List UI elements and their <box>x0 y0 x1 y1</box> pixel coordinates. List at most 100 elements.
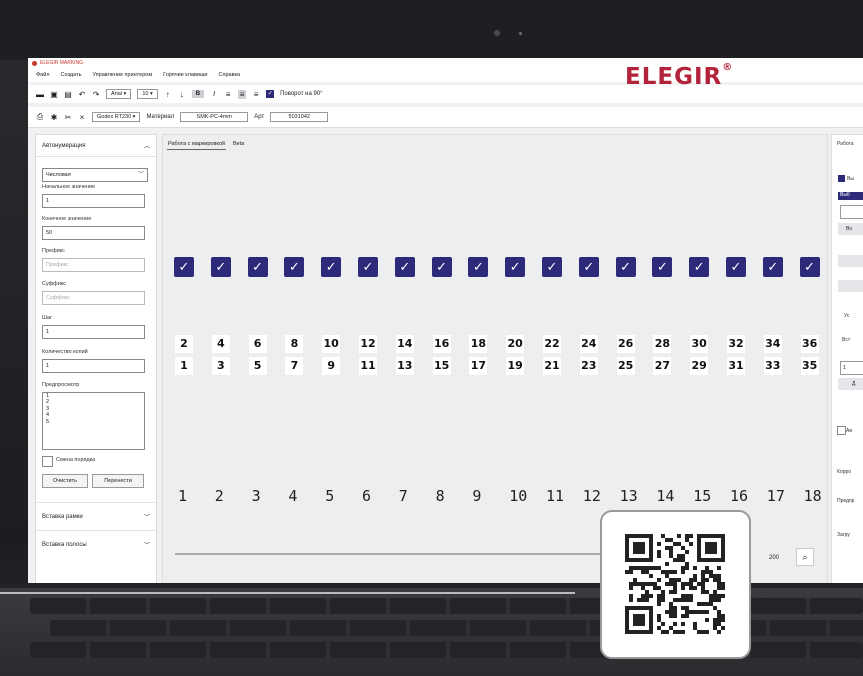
label-odd-number[interactable]: 25 <box>616 357 635 375</box>
label-even-number[interactable]: 6 <box>248 335 267 353</box>
label-checkbox[interactable]: ✓ <box>578 257 599 277</box>
label-even-number[interactable]: 34 <box>763 335 782 353</box>
label-even-number[interactable]: 32 <box>727 335 745 353</box>
menu-file[interactable]: Файл <box>36 72 50 78</box>
menu-help[interactable]: Справка <box>219 72 241 78</box>
label-odd-number[interactable]: 17 <box>469 357 488 375</box>
insert-frame-section[interactable]: Вставка рамки ﹀ <box>36 502 156 530</box>
label-large-number[interactable]: 16 <box>730 487 748 505</box>
material-field[interactable]: SMK-PC-4mm <box>180 112 249 122</box>
label-odd-number[interactable]: 7 <box>285 357 304 375</box>
align-right-icon[interactable]: ≡ <box>252 90 260 99</box>
label-odd-number[interactable]: 35 <box>800 357 819 375</box>
label-even-number[interactable]: 20 <box>506 335 525 353</box>
menu-create[interactable]: Создать <box>61 72 82 78</box>
label-even-number[interactable]: 28 <box>653 335 672 353</box>
menu-hotkeys[interactable]: Горячие клавиши <box>163 72 207 78</box>
label-even-number[interactable]: 10 <box>322 335 341 353</box>
label-odd-number[interactable]: 23 <box>579 357 598 375</box>
label-checkbox[interactable]: ✓ <box>174 257 194 277</box>
right-button-2[interactable]: Д <box>838 378 863 390</box>
label-large-number[interactable]: 6 <box>362 487 371 505</box>
label-checkbox[interactable]: ✓ <box>468 257 489 277</box>
label-even-number[interactable]: 18 <box>469 335 488 353</box>
end-value-input[interactable]: 50 <box>42 226 145 240</box>
label-checkbox[interactable]: ✓ <box>210 257 231 277</box>
align-center-icon[interactable]: ≡ <box>238 89 247 99</box>
copies-input[interactable]: 1 <box>42 359 145 373</box>
right-checkbox[interactable] <box>838 175 845 182</box>
new-icon[interactable]: ▬ <box>36 90 44 99</box>
label-even-number[interactable]: 26 <box>616 335 635 353</box>
label-even-number[interactable]: 30 <box>690 335 709 353</box>
label-odd-number[interactable]: 11 <box>359 357 377 375</box>
label-large-number[interactable]: 5 <box>325 487 334 505</box>
label-odd-number[interactable]: 5 <box>248 357 267 375</box>
right-input-2[interactable]: 1 <box>840 361 863 375</box>
label-large-number[interactable]: 15 <box>693 487 711 505</box>
right-input-1[interactable] <box>840 205 863 219</box>
tab-beta[interactable]: Beta <box>232 139 245 150</box>
preview-box[interactable]: 1 2 3 4 5 <box>42 392 145 450</box>
label-large-number[interactable]: 9 <box>472 487 481 505</box>
right-bar-2[interactable] <box>838 280 863 292</box>
label-even-number[interactable]: 24 <box>579 335 598 353</box>
label-odd-number[interactable]: 19 <box>506 357 525 375</box>
label-checkbox[interactable]: ✓ <box>358 257 378 277</box>
label-large-number[interactable]: 13 <box>620 487 638 505</box>
label-large-number[interactable]: 12 <box>583 487 601 505</box>
label-odd-number[interactable]: 3 <box>211 357 230 375</box>
right-select[interactable]: Выб <box>838 192 863 200</box>
label-even-number[interactable]: 14 <box>395 335 414 353</box>
label-checkbox[interactable]: ✓ <box>652 257 673 277</box>
label-checkbox[interactable]: ✓ <box>615 257 636 277</box>
label-checkbox[interactable]: ✓ <box>762 257 783 277</box>
step-input[interactable]: 1 <box>42 325 145 339</box>
font-select[interactable]: Arial ▾ <box>106 89 132 99</box>
settings-icon[interactable]: ✱ <box>50 113 58 122</box>
label-odd-number[interactable]: 27 <box>653 357 672 375</box>
label-odd-number[interactable]: 29 <box>690 357 709 375</box>
label-even-number[interactable]: 8 <box>285 335 304 353</box>
label-checkbox[interactable]: ✓ <box>542 257 562 277</box>
right-button-1[interactable]: Во <box>838 223 863 235</box>
label-odd-number[interactable]: 1 <box>175 357 193 375</box>
undo-icon[interactable]: ↶ <box>78 90 86 99</box>
label-odd-number[interactable]: 9 <box>322 357 341 375</box>
tab-marking[interactable]: Работа с маркировкой <box>167 139 226 150</box>
close-icon[interactable]: × <box>78 113 86 122</box>
label-large-number[interactable]: 11 <box>546 487 564 505</box>
right-bar-1[interactable] <box>838 255 863 267</box>
autonumber-header[interactable]: Автонумерация ︿ <box>36 135 156 157</box>
label-even-number[interactable]: 36 <box>800 335 819 353</box>
label-even-number[interactable]: 12 <box>359 335 377 353</box>
label-checkbox[interactable]: ✓ <box>321 257 342 277</box>
open-icon[interactable]: ▣ <box>50 90 58 99</box>
label-checkbox[interactable]: ✓ <box>284 257 305 277</box>
label-checkbox[interactable]: ✓ <box>689 257 710 277</box>
label-even-number[interactable]: 22 <box>543 335 561 353</box>
chevron-up-icon[interactable]: ︿ <box>144 141 150 150</box>
arrow-up-icon[interactable]: ↑ <box>164 90 172 99</box>
label-large-number[interactable]: 18 <box>804 487 822 505</box>
label-odd-number[interactable]: 33 <box>763 357 782 375</box>
save-icon[interactable]: ▤ <box>64 90 72 99</box>
label-checkbox[interactable]: ✓ <box>247 257 268 277</box>
printer-select[interactable]: Godex RT230 ▾ <box>92 112 141 122</box>
rotate-checkbox[interactable]: ✓ <box>266 90 275 98</box>
right-section-2[interactable]: Предпр <box>837 498 854 504</box>
zoom-slider[interactable] <box>175 553 645 555</box>
search-icon[interactable]: ⌕ <box>796 548 814 566</box>
label-large-number[interactable]: 14 <box>656 487 674 505</box>
arrow-down-icon[interactable]: ↓ <box>178 90 186 99</box>
right-section-1[interactable]: Корро <box>837 469 851 475</box>
label-odd-number[interactable]: 21 <box>543 357 561 375</box>
menu-printer[interactable]: Управление принтером <box>92 72 152 78</box>
right-section-3[interactable]: Загру <box>837 532 850 538</box>
label-large-number[interactable]: 17 <box>767 487 785 505</box>
label-large-number[interactable]: 10 <box>509 487 527 505</box>
label-large-number[interactable]: 3 <box>252 487 261 505</box>
art-field[interactable]: 5031042 <box>270 112 329 122</box>
start-value-input[interactable]: 1 <box>42 194 145 208</box>
insert-strip-section[interactable]: Вставка полосы ﹀ <box>36 530 156 558</box>
